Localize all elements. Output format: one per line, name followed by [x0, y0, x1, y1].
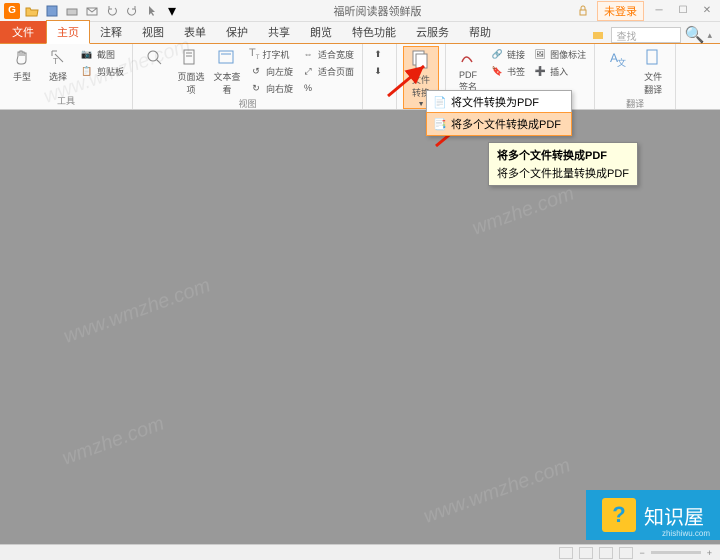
plus-icon: ➕: [533, 64, 547, 78]
tab-help[interactable]: 帮助: [459, 21, 501, 43]
window-title: 福昕阅读器领鲜版: [180, 3, 575, 19]
email-icon[interactable]: [84, 3, 100, 19]
ribbon: 手型 T选择 📷截图 📋剪贴板 工具 页面选项 文本查看 TT打字机 ↺向左旋 …: [0, 44, 720, 110]
view-mode-3[interactable]: [599, 547, 613, 559]
select-tool-button[interactable]: T选择: [42, 46, 74, 83]
hand-tool-button[interactable]: 手型: [6, 46, 38, 83]
group-translate: A文 文件 翻译 翻译: [595, 44, 676, 109]
login-button[interactable]: 未登录: [597, 1, 644, 21]
camera-icon: 📷: [80, 47, 94, 61]
tooltip-desc: 将多个文件批量转换成PDF: [497, 165, 629, 181]
zoom-slider[interactable]: [651, 551, 701, 554]
insert-button[interactable]: ➕插入: [531, 63, 588, 79]
convert-to-pdf-item[interactable]: 📄将文件转换为PDF: [427, 91, 571, 113]
save-icon[interactable]: [44, 3, 60, 19]
convert-multiple-to-pdf-item[interactable]: 📑将多个文件转换成PDF: [426, 112, 572, 136]
clipboard-icon: 📋: [80, 64, 94, 78]
redo-icon[interactable]: [124, 3, 140, 19]
file-translate-button[interactable]: 文件 翻译: [637, 46, 669, 96]
tab-protect[interactable]: 保护: [216, 21, 258, 43]
bookmark-icon: 🔖: [490, 64, 504, 78]
view-mode-4[interactable]: [619, 547, 633, 559]
tooltip: 将多个文件转换成PDF 将多个文件批量转换成PDF: [488, 142, 638, 186]
statusbar: − +: [0, 544, 720, 560]
rotate-left-button[interactable]: ↺向左旋: [247, 63, 295, 79]
qat-dropdown-icon[interactable]: ▾: [164, 3, 180, 19]
fit-width-button[interactable]: ⇔适合宽度: [299, 46, 356, 62]
tab-home[interactable]: 主页: [46, 20, 90, 44]
search-input[interactable]: 查找: [611, 27, 681, 43]
page-option-button[interactable]: 页面选项: [175, 46, 207, 96]
reflow-button[interactable]: 文本查看: [211, 46, 243, 96]
file-tab[interactable]: 文件: [0, 21, 46, 43]
maximize-icon[interactable]: ☐: [674, 4, 692, 18]
group-label: 翻译: [601, 96, 669, 110]
convert-dropdown: 📄将文件转换为PDF 📑将多个文件转换成PDF: [426, 90, 572, 136]
tab-form[interactable]: 表单: [174, 21, 216, 43]
tab-view[interactable]: 视图: [132, 21, 174, 43]
files-icon: 📑: [433, 117, 447, 131]
group-view: 页面选项 文本查看 TT打字机 ↺向左旋 ↻向右旋 ⇔适合宽度 ⤢适合页面 % …: [133, 44, 363, 109]
close-icon[interactable]: ✕: [698, 4, 716, 18]
undo-icon[interactable]: [104, 3, 120, 19]
tooltip-title: 将多个文件转换成PDF: [497, 147, 629, 163]
snapshot-button[interactable]: 📷截图: [78, 46, 126, 62]
skin-icon[interactable]: [591, 28, 605, 42]
minimize-icon[interactable]: ─: [650, 4, 668, 18]
rotate-right-button[interactable]: ↻向右旋: [247, 80, 295, 96]
cursor-icon[interactable]: [144, 3, 160, 19]
zoom-button[interactable]: [139, 46, 171, 72]
open-icon[interactable]: [24, 3, 40, 19]
clipboard-button[interactable]: 📋剪贴板: [78, 63, 126, 79]
image-icon: 🖼: [533, 47, 547, 61]
search-icon[interactable]: 🔍: [687, 28, 701, 42]
view-mode-2[interactable]: [579, 547, 593, 559]
group-label: 视图: [139, 96, 356, 110]
lock-icon[interactable]: [575, 3, 591, 19]
svg-text:T: T: [53, 57, 58, 66]
group-tools: 手型 T选择 📷截图 📋剪贴板 工具: [0, 44, 133, 109]
bookmark-button[interactable]: 🔖书签: [488, 63, 527, 79]
tab-read[interactable]: 朗览: [300, 21, 342, 43]
rotate-right-icon: ↻: [249, 81, 263, 95]
print-icon[interactable]: [64, 3, 80, 19]
question-icon: ?: [602, 498, 636, 532]
tab-feature[interactable]: 特色功能: [342, 21, 406, 43]
text-translate-button[interactable]: A文: [601, 46, 633, 68]
fit-page-button[interactable]: ⤢适合页面: [299, 63, 356, 79]
file-icon: 📄: [433, 95, 447, 109]
site-badge: ? 知识屋 zhishiwu.com: [586, 490, 720, 540]
zoom-in-icon[interactable]: +: [707, 548, 712, 558]
app-logo: G: [4, 3, 20, 19]
tab-annotate[interactable]: 注释: [90, 21, 132, 43]
quick-access-toolbar: ▾: [24, 3, 180, 19]
titlebar: G ▾ 福昕阅读器领鲜版 未登录 ─ ☐ ✕: [0, 0, 720, 22]
site-url: zhishiwu.com: [662, 529, 710, 538]
group-label: 工具: [6, 93, 126, 107]
svg-text:文: 文: [617, 57, 626, 68]
typewriter-button[interactable]: TT打字机: [247, 46, 295, 62]
link-button[interactable]: 🔗链接: [488, 46, 527, 62]
link-icon: 🔗: [490, 47, 504, 61]
tab-cloud[interactable]: 云服务: [406, 21, 459, 43]
rotate-left-icon: ↺: [249, 64, 263, 78]
pdf-sign-button[interactable]: PDF 签名: [452, 46, 484, 93]
chevron-down-icon: ▼: [418, 101, 425, 108]
chevron-up-icon[interactable]: ▴: [707, 30, 712, 41]
site-name: 知识屋: [644, 501, 704, 530]
view-mode-1[interactable]: [559, 547, 573, 559]
zoom-pct-button[interactable]: %: [299, 80, 356, 96]
image-annotation-button[interactable]: 🖼图像标注: [531, 46, 588, 62]
ribbon-tabs: 文件 主页 注释 视图 表单 保护 共享 朗览 特色功能 云服务 帮助 查找 🔍…: [0, 22, 720, 44]
zoom-out-icon[interactable]: −: [639, 548, 644, 558]
tab-share[interactable]: 共享: [258, 21, 300, 43]
